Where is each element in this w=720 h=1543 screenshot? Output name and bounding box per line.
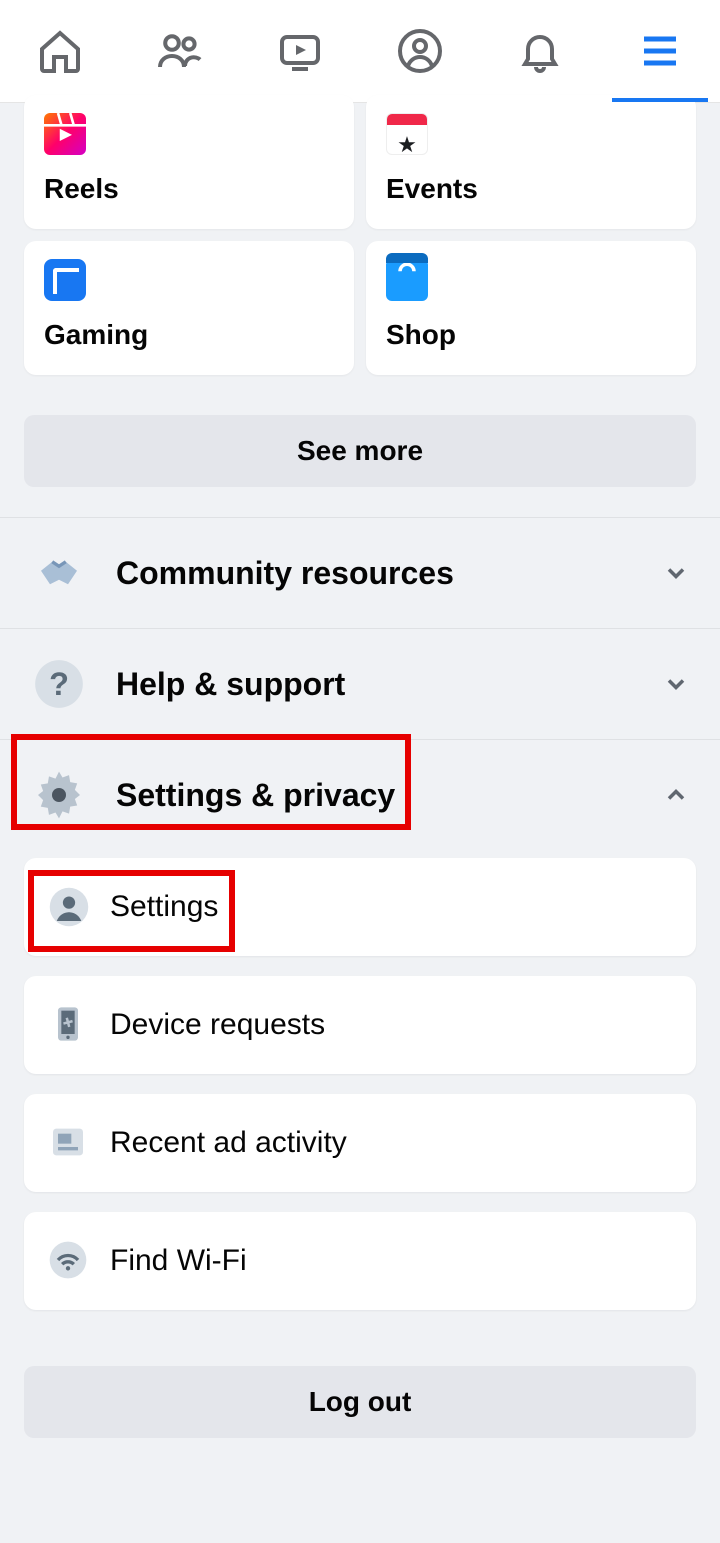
- chevron-down-icon: [662, 670, 690, 698]
- shop-icon: [386, 259, 428, 301]
- top-navigation: [0, 0, 720, 103]
- shortcut-label: Shop: [386, 319, 676, 351]
- chevron-up-icon: [662, 781, 690, 809]
- nav-profile[interactable]: [360, 0, 480, 102]
- nav-menu[interactable]: [600, 0, 720, 102]
- home-icon: [36, 27, 84, 75]
- settings-person-icon: [48, 886, 90, 928]
- submenu-label: Settings: [110, 890, 218, 924]
- hamburger-icon: [636, 27, 684, 75]
- shortcut-label: Gaming: [44, 319, 334, 351]
- shortcut-events[interactable]: ★ Events: [366, 95, 696, 229]
- watch-icon: [276, 27, 324, 75]
- logout-button[interactable]: Log out: [24, 1366, 696, 1438]
- submenu-settings[interactable]: Settings: [24, 858, 696, 956]
- submenu-device-requests[interactable]: Device requests: [24, 976, 696, 1074]
- chevron-down-icon: [662, 559, 690, 587]
- shortcut-gaming[interactable]: Gaming: [24, 241, 354, 375]
- section-label: Settings & privacy: [116, 777, 634, 814]
- handshake-icon: [30, 544, 88, 602]
- section-settings-privacy[interactable]: Settings & privacy: [0, 740, 720, 850]
- nav-watch[interactable]: [240, 0, 360, 102]
- device-icon: [48, 1004, 90, 1046]
- submenu-label: Find Wi-Fi: [110, 1244, 247, 1278]
- settings-privacy-submenu: Settings Device requests Recent ad activ…: [0, 850, 720, 1354]
- shortcut-reels[interactable]: Reels: [24, 95, 354, 229]
- menu-sections: Community resources ? Help & support Set…: [0, 517, 720, 850]
- shortcut-label: Reels: [44, 173, 334, 205]
- section-help-support[interactable]: ? Help & support: [0, 629, 720, 740]
- submenu-label: Device requests: [110, 1008, 325, 1042]
- gear-icon: [30, 766, 88, 824]
- section-label: Help & support: [116, 666, 634, 703]
- friends-icon: [156, 27, 204, 75]
- submenu-recent-ad-activity[interactable]: Recent ad activity: [24, 1094, 696, 1192]
- see-more-button[interactable]: See more: [24, 415, 696, 487]
- submenu-label: Recent ad activity: [110, 1126, 347, 1160]
- help-icon: ?: [30, 655, 88, 713]
- section-label: Community resources: [116, 555, 634, 592]
- reels-icon: [44, 113, 86, 155]
- bell-icon: [516, 27, 564, 75]
- shortcut-shop[interactable]: Shop: [366, 241, 696, 375]
- nav-notifications[interactable]: [480, 0, 600, 102]
- shortcut-label: Events: [386, 173, 676, 205]
- events-icon: ★: [386, 113, 428, 155]
- nav-home[interactable]: [0, 0, 120, 102]
- submenu-find-wifi[interactable]: Find Wi-Fi: [24, 1212, 696, 1310]
- ad-activity-icon: [48, 1122, 90, 1164]
- svg-text:?: ?: [49, 666, 69, 702]
- nav-friends[interactable]: [120, 0, 240, 102]
- gaming-icon: [44, 259, 86, 301]
- wifi-icon: [48, 1240, 90, 1282]
- shortcut-grid: Reels ★ Events Gaming Shop: [0, 95, 720, 375]
- profile-icon: [396, 27, 444, 75]
- section-community-resources[interactable]: Community resources: [0, 518, 720, 629]
